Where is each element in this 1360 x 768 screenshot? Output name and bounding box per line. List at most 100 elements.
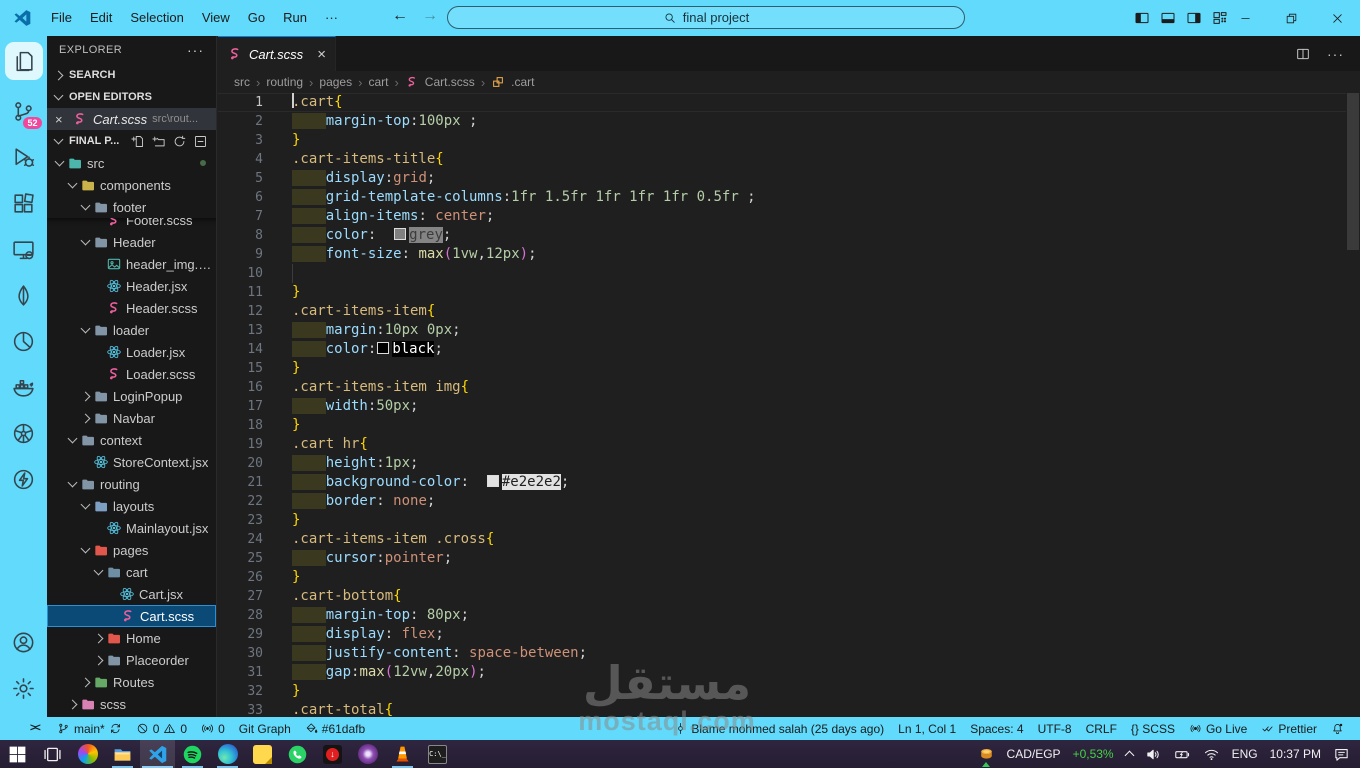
status-git-graph[interactable]: Git Graph: [233, 717, 297, 740]
tray-expand-icon[interactable]: [1124, 750, 1135, 761]
status-go-live[interactable]: Go Live: [1183, 717, 1253, 740]
code-line-5[interactable]: 5 display:grid;: [218, 169, 1346, 188]
code-line-8[interactable]: 8 color: grey;: [218, 226, 1346, 245]
start-button[interactable]: [0, 740, 35, 768]
code-line-30[interactable]: 30 justify-content: space-between;: [218, 644, 1346, 663]
status-problems[interactable]: 00: [130, 717, 193, 740]
code-line-29[interactable]: 29 display: flex;: [218, 625, 1346, 644]
breadcrumb-cart[interactable]: cart: [368, 75, 388, 89]
code-line-14[interactable]: 14 color: black;: [218, 340, 1346, 359]
code-line-2[interactable]: 2 margin-top:100px ;: [218, 112, 1346, 131]
code-line-17[interactable]: 17 width:50px;: [218, 397, 1346, 416]
section-workspace[interactable]: FINAL P...: [47, 130, 216, 152]
menu-selection[interactable]: Selection: [121, 0, 192, 36]
code-line-23[interactable]: 23}: [218, 511, 1346, 530]
tab-close-icon[interactable]: ×: [317, 46, 326, 63]
status-encoding[interactable]: UTF-8: [1032, 717, 1078, 740]
taskbar-copilot[interactable]: [70, 740, 105, 768]
new-file-icon[interactable]: [130, 134, 145, 149]
taskbar-download-app[interactable]: ↓: [315, 740, 350, 768]
status-remote[interactable]: ><: [24, 717, 49, 740]
tree-item-loader-scss[interactable]: Loader.scss: [47, 363, 216, 385]
activity-docker-icon[interactable]: [5, 364, 43, 410]
code-line-26[interactable]: 26}: [218, 568, 1346, 587]
tree-item-loader-jsx[interactable]: Loader.jsx: [47, 341, 216, 363]
taskbar-vlc[interactable]: [385, 740, 420, 768]
activity-run-debug-icon[interactable]: [5, 134, 43, 180]
code-line-22[interactable]: 22 border: none;: [218, 492, 1346, 511]
tab-cart-scss[interactable]: Cart.scss ×: [218, 36, 336, 71]
code-line-6[interactable]: 6 grid-template-columns:1fr 1.5fr 1fr 1f…: [218, 188, 1346, 207]
code-line-20[interactable]: 20 height:1px;: [218, 454, 1346, 473]
restore-button[interactable]: [1268, 0, 1314, 36]
tree-item-header[interactable]: Header: [47, 231, 216, 253]
editor-more-icon[interactable]: ···: [1327, 46, 1344, 62]
status-peacock[interactable]: #61dafb: [299, 717, 371, 740]
tree-item-routes[interactable]: Routes: [47, 671, 216, 693]
editor-scrollbar[interactable]: [1347, 93, 1359, 250]
code-line-18[interactable]: 18}: [218, 416, 1346, 435]
wifi-icon[interactable]: [1203, 746, 1220, 763]
nav-back-button[interactable]: ←: [388, 7, 412, 25]
status-cursor-position[interactable]: Ln 1, Col 1: [892, 717, 962, 740]
code-line-31[interactable]: 31 gap:max(12vw,20px);: [218, 663, 1346, 682]
taskbar-edge[interactable]: [210, 740, 245, 768]
taskbar-spotify[interactable]: [175, 740, 210, 768]
close-editor-icon[interactable]: ×: [55, 112, 67, 127]
activity-mongodb-icon[interactable]: [5, 272, 43, 318]
taskbar-sticky-notes[interactable]: [245, 740, 280, 768]
code-line-25[interactable]: 25 cursor:pointer;: [218, 549, 1346, 568]
tree-item-loader[interactable]: loader: [47, 319, 216, 341]
activity-gear-icon[interactable]: [5, 665, 43, 711]
activity-kubernetes-icon[interactable]: [5, 410, 43, 456]
menu-go[interactable]: Go: [239, 0, 274, 36]
taskbar-task-view[interactable]: [35, 740, 70, 768]
code-line-21[interactable]: 21 background-color: #e2e2e2;: [218, 473, 1346, 492]
tree-item-routing[interactable]: routing: [47, 473, 216, 495]
activity-extensions-icon[interactable]: [5, 180, 43, 226]
close-button[interactable]: [1314, 0, 1360, 36]
taskbar-terminal[interactable]: C:\_: [420, 740, 455, 768]
activity-source-control-icon[interactable]: 52: [5, 88, 43, 134]
menu-run[interactable]: Run: [274, 0, 316, 36]
code-line-13[interactable]: 13 margin:10px 0px;: [218, 321, 1346, 340]
tree-item-footer-scss[interactable]: Footer.scss: [47, 218, 216, 231]
tree-item-navbar[interactable]: Navbar: [47, 407, 216, 429]
status-notifications[interactable]: [1325, 717, 1350, 740]
status-language[interactable]: {} SCSS: [1125, 717, 1181, 740]
tree-item-components[interactable]: components: [47, 174, 216, 196]
activity-account-icon[interactable]: [5, 619, 43, 665]
minimize-button[interactable]: [1222, 0, 1268, 36]
tree-item-placeorder[interactable]: Placeorder: [47, 649, 216, 671]
toggle-panel-icon[interactable]: [1160, 10, 1176, 26]
toggle-secondary-sidebar-icon[interactable]: [1186, 10, 1202, 26]
code-line-33[interactable]: 33 .cart-total{: [218, 701, 1346, 717]
breadcrumb-cart[interactable]: .cart: [511, 75, 534, 89]
battery-icon[interactable]: [1174, 746, 1191, 763]
tree-item-storecontext-jsx[interactable]: StoreContext.jsx: [47, 451, 216, 473]
ticker-pair[interactable]: CAD/EGP: [1007, 747, 1061, 761]
code-line-19[interactable]: 19 .cart hr{: [218, 435, 1346, 454]
command-center-search[interactable]: final project: [447, 6, 965, 29]
status-eol[interactable]: CRLF: [1080, 717, 1123, 740]
tree-item-header-img-p[interactable]: header_img.p...: [47, 253, 216, 275]
explorer-more-icon[interactable]: ···: [187, 42, 204, 58]
split-editor-icon[interactable]: [1295, 46, 1311, 62]
action-center-icon[interactable]: [1333, 746, 1350, 763]
tree-item-pages[interactable]: pages: [47, 539, 216, 561]
open-editor-cart-scss[interactable]: × Cart.scss src\rout...: [47, 108, 216, 130]
menu-[interactable]: ···: [316, 0, 347, 36]
tree-item-layouts[interactable]: layouts: [47, 495, 216, 517]
code-line-10[interactable]: 10: [218, 264, 1346, 283]
toggle-sidebar-icon[interactable]: [1134, 10, 1150, 26]
new-folder-icon[interactable]: [151, 134, 166, 149]
tree-item-cart-scss[interactable]: Cart.scss: [47, 605, 216, 627]
tree-item-loginpopup[interactable]: LoginPopup: [47, 385, 216, 407]
code-line-3[interactable]: 3}: [218, 131, 1346, 150]
speaker-icon[interactable]: [1145, 746, 1162, 763]
clock[interactable]: 10:37 PM: [1270, 747, 1321, 761]
code-area[interactable]: 1 .cart{2 margin-top:100px ; 3} 4 .cart-item…: [218, 93, 1346, 717]
breadcrumb-pages[interactable]: pages: [319, 75, 352, 89]
tree-item-context[interactable]: context: [47, 429, 216, 451]
activity-files-icon[interactable]: [4, 42, 43, 80]
